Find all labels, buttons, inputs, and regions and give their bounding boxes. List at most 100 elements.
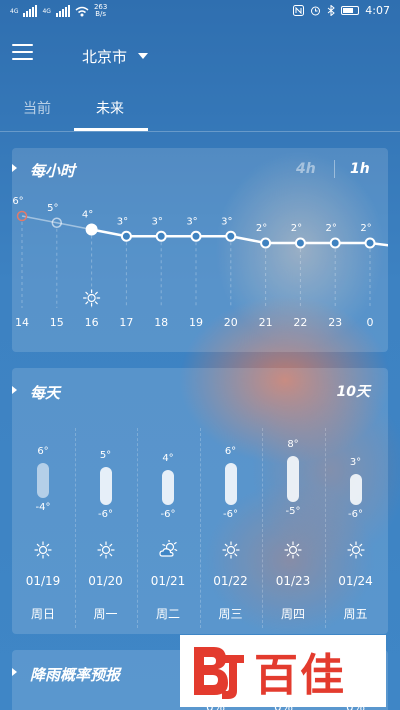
sun-core xyxy=(101,545,110,555)
hourly-temp-label: 2° xyxy=(256,223,267,234)
hour-label: 19 xyxy=(189,316,203,329)
day-temp-range-bar xyxy=(224,463,237,505)
hour-label: 18 xyxy=(154,316,168,329)
day-column[interactable]: 6° -6° 01/22 周三 xyxy=(199,368,262,634)
day-low-temp: -6° xyxy=(348,509,363,520)
alarm-icon xyxy=(311,6,321,16)
day-date: 01/23 xyxy=(275,574,311,588)
day-column[interactable]: 5° -6° 01/20 周一 xyxy=(74,368,137,634)
sun-ray xyxy=(349,553,353,557)
sunny-icon xyxy=(34,541,52,559)
sun-ray xyxy=(99,543,103,547)
status-bar: 4G 4G 263 B/s 4:07 xyxy=(0,0,400,24)
day-column[interactable]: 6° -4° 01/19 周日 xyxy=(12,368,74,634)
clock: 4:07 xyxy=(365,4,390,17)
day-column[interactable]: 3° -6° 01/24 周五 xyxy=(324,368,387,634)
hour-label: 22 xyxy=(293,316,307,329)
signal-1-icon xyxy=(23,5,38,17)
day-weekday: 周五 xyxy=(343,607,368,621)
sun-ray xyxy=(94,291,98,295)
day-temp-range-bar xyxy=(287,456,299,502)
partly-cloudy-icon xyxy=(159,540,178,557)
day-high-temp: 3° xyxy=(349,456,362,468)
hour-label: 20 xyxy=(224,316,238,329)
day-high-temp: 8° xyxy=(287,439,299,450)
day-column[interactable]: 8° -5° 01/23 周四 xyxy=(262,368,324,634)
hourly-point xyxy=(225,230,237,242)
hourly-point xyxy=(155,230,167,242)
hour-label: 17 xyxy=(119,316,133,329)
hourly-temp-label: 2° xyxy=(326,223,337,234)
hour-label: 16 xyxy=(85,316,99,329)
hour-label: 23 xyxy=(328,316,342,329)
sun-ray xyxy=(358,553,362,557)
hourly-temp-label: 6° xyxy=(12,196,23,207)
day-low-temp: -6° xyxy=(160,509,176,520)
hourly-temp-label: 3° xyxy=(221,216,232,227)
day-low-temp: -5° xyxy=(285,505,301,517)
day-temp-range-bar xyxy=(349,473,362,505)
sun-ray xyxy=(286,553,290,557)
hourly-temp-label: 3° xyxy=(117,216,128,227)
hourly-temperature-chart: 6° 14 5° 15 4° 16 3° 17 3° 18 3° 19 3° 20 2° 21 2° 22 2° 23… xyxy=(12,196,388,329)
day-separator xyxy=(262,428,263,628)
day-high-temp: 4° xyxy=(162,453,174,464)
day-weekday: 周日 xyxy=(30,607,55,621)
day-high-temp: 6° xyxy=(224,446,237,457)
rain-collapse-arrow-icon[interactable] xyxy=(12,668,17,676)
sun-core xyxy=(38,545,48,555)
sun-ray xyxy=(94,301,98,305)
day-date: 01/22 xyxy=(213,574,248,588)
sunny-icon xyxy=(284,541,302,559)
wifi-icon xyxy=(75,6,89,16)
sun-ray xyxy=(46,543,50,547)
day-date: 01/24 xyxy=(338,574,373,588)
day-date: 01/20 xyxy=(88,574,123,588)
sun-core xyxy=(351,545,360,555)
hourly-temp-label: 4° xyxy=(82,210,93,221)
hourly-point xyxy=(120,230,132,242)
sunny-icon xyxy=(346,541,365,559)
hourly-temp-line xyxy=(91,228,388,247)
tab-future[interactable]: 未来 xyxy=(96,98,124,118)
day-low-temp: -6° xyxy=(223,509,238,520)
sun-ray xyxy=(358,543,362,547)
sun-ray xyxy=(349,543,353,547)
day-weekday: 周四 xyxy=(280,607,305,621)
chevron-down-icon[interactable] xyxy=(138,53,148,59)
net-speed: 263 B/s xyxy=(94,4,107,18)
sunny-icon xyxy=(34,541,52,559)
sun-ray xyxy=(85,291,89,295)
day-high-temp: 5° xyxy=(99,449,112,461)
day-column[interactable]: 4° -6° 01/21 周二 xyxy=(137,368,199,634)
tab-bar: 当前 未来 xyxy=(0,90,400,132)
sunny-icon xyxy=(221,541,240,559)
day-high-temp: 6° xyxy=(37,446,49,457)
sunny-icon xyxy=(96,541,115,559)
sunny-icon xyxy=(96,541,115,559)
hourly-point xyxy=(260,237,272,249)
sun-ray xyxy=(233,543,237,547)
menu-icon[interactable] xyxy=(12,44,33,61)
sun-ray xyxy=(108,543,112,547)
day-temp-range-bar xyxy=(162,470,174,505)
hourly-point-current xyxy=(85,223,98,236)
day-temp-range-bar xyxy=(99,466,112,505)
sun-core xyxy=(288,545,298,555)
signal-2-icon xyxy=(55,5,70,17)
sun-ray xyxy=(224,543,228,547)
sun-ray xyxy=(36,553,40,557)
sun-ray xyxy=(296,553,300,557)
day-temp-range-bar xyxy=(37,463,49,498)
hourly-point xyxy=(294,237,306,249)
watermark-mark-icon xyxy=(194,647,244,699)
day-weekday: 周一 xyxy=(93,607,118,621)
hour-label: 0 xyxy=(367,316,374,329)
sunny-icon xyxy=(284,541,302,559)
sun-ray xyxy=(224,553,228,557)
hourly-point xyxy=(329,237,341,249)
hourly-point xyxy=(190,230,202,242)
city-selector[interactable]: 北京市 xyxy=(82,46,127,67)
tab-current[interactable]: 当前 xyxy=(23,98,51,118)
sun-ray xyxy=(174,548,178,552)
